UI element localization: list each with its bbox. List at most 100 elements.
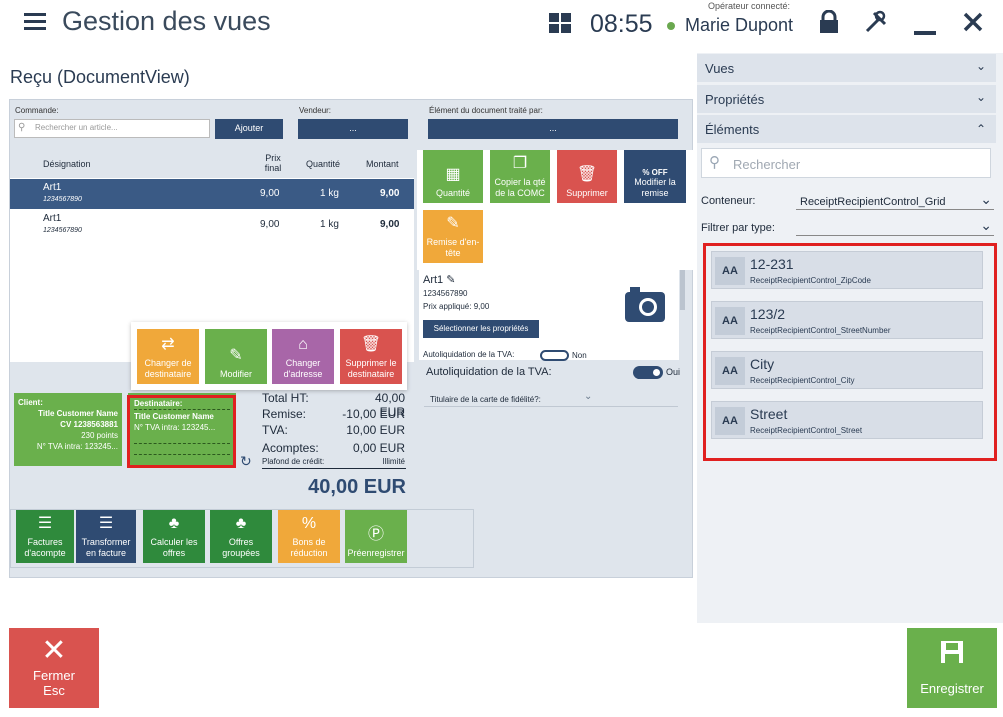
save-icon: [907, 640, 997, 667]
bons-reduction-button[interactable]: % Bons de réduction: [278, 510, 340, 563]
scrollbar[interactable]: [680, 270, 685, 310]
remise-label: Remise:: [262, 407, 307, 421]
element-item[interactable]: AA Street ReceiptRecipientControl_Street: [711, 401, 983, 439]
lock-icon[interactable]: [816, 9, 842, 36]
close-icon[interactable]: [960, 10, 986, 36]
plafond-value: Illimité: [382, 457, 405, 466]
element-name: ReceiptRecipientControl_StreetNumber: [750, 326, 891, 335]
client-cv: CV 1238563881: [60, 420, 118, 429]
accordion-proprietes[interactable]: Propriétés ⌄: [697, 85, 996, 113]
supprimer-button[interactable]: 🗑 Supprimer: [557, 150, 617, 203]
proprietes-label: Propriétés: [705, 92, 765, 107]
element-select[interactable]: ...: [428, 119, 678, 139]
element-name: ReceiptRecipientControl_City: [750, 376, 855, 385]
minimize-icon[interactable]: [914, 31, 936, 35]
quantite-button[interactable]: ▦ Quantité: [423, 150, 483, 203]
invoice-icon: ☰: [98, 515, 114, 532]
col-designation: Désignation: [43, 159, 91, 169]
edit-icon: ✎: [446, 215, 460, 232]
swap-icon: ⇄: [161, 336, 175, 353]
offres-label: Offres groupées: [222, 537, 260, 558]
copier-button[interactable]: ❐ Copier la qté de la COMC: [490, 150, 550, 203]
accordion-vues[interactable]: Vues ⌄: [697, 54, 996, 82]
filtrer-label: Filtrer par type:: [701, 222, 775, 234]
remise-entete-button[interactable]: ✎ Remise d'en-tête: [423, 210, 483, 263]
fidelite-field[interactable]: Titulaire de la carte de fidélité?: ⌄: [424, 390, 678, 407]
tools-icon[interactable]: [863, 10, 889, 36]
autoliq-toggle[interactable]: [540, 350, 569, 361]
operator-name: Marie Dupont: [685, 15, 794, 35]
elements-label: Éléments: [705, 122, 760, 137]
select-properties-button[interactable]: Sélectionner les propriétés: [423, 320, 539, 338]
changer-adresse-button[interactable]: ⌂ Changer d'adresse: [272, 329, 334, 384]
pencil-icon[interactable]: ✎: [446, 274, 455, 286]
row-name: Art1: [43, 213, 62, 224]
vues-label: Vues: [705, 61, 735, 76]
client-label: Client:: [18, 398, 43, 407]
conteneur-label: Conteneur:: [701, 195, 756, 207]
text-icon: AA: [715, 257, 745, 285]
chevron-down-icon: ⌄: [980, 217, 992, 233]
element-value: City: [750, 356, 775, 372]
offres-groupees-button[interactable]: ♣ Offres groupées: [210, 510, 272, 563]
fidelite-label: Titulaire de la carte de fidélité?:: [430, 395, 541, 404]
page-title: Gestion des vues: [62, 6, 271, 36]
camera-icon[interactable]: [624, 284, 666, 324]
menu-icon[interactable]: [24, 13, 46, 30]
supprimer-label: Supprimer: [566, 188, 608, 198]
row-qty: 1 kg: [320, 219, 339, 230]
remise-value: -10,00 EUR: [342, 407, 405, 421]
element-label: Élément du document traité par:: [429, 106, 543, 115]
edit-icon: ✎: [229, 347, 243, 364]
remise-entete-label: Remise d'en-tête: [426, 237, 480, 258]
changer-destinataire-button[interactable]: ⇄ Changer de destinataire: [137, 329, 199, 384]
grid-icon: ▦: [445, 166, 461, 183]
search-input[interactable]: Rechercher un article...: [14, 119, 210, 138]
autoliq2-toggle[interactable]: [633, 366, 663, 379]
changer-dest-label: Changer de destinataire: [144, 358, 192, 379]
add-button[interactable]: Ajouter: [215, 119, 283, 139]
preenregistrer-button[interactable]: Ⓟ Préenregistrer: [345, 510, 407, 563]
modifier-remise-button[interactable]: % OFF Modifier la remise: [624, 150, 686, 203]
fermer-button[interactable]: ✕ Fermer Esc: [9, 628, 99, 708]
client-points: 230 points: [81, 431, 118, 440]
clover-icon: ♣: [168, 515, 180, 532]
accordion-elements[interactable]: Éléments ⌃: [697, 115, 996, 143]
row-code: 1234567890: [43, 196, 82, 203]
elements-search-input[interactable]: ⚲ Rechercher: [701, 148, 991, 178]
autoliq-label: Autoliquidation de la TVA:: [423, 350, 515, 359]
client-card[interactable]: Client: Title Customer Name CV 123856388…: [14, 393, 122, 466]
refresh-icon[interactable]: ↻: [240, 453, 252, 470]
element-item[interactable]: AA 123/2 ReceiptRecipientControl_StreetN…: [711, 301, 983, 339]
row-price: 9,00: [260, 188, 280, 199]
element-item[interactable]: AA 12-231 ReceiptRecipientControl_ZipCod…: [711, 251, 983, 289]
element-item[interactable]: AA City ReceiptRecipientControl_City: [711, 351, 983, 389]
calculer-offres-button[interactable]: ♣ Calculer les offres: [143, 510, 205, 563]
row-amount: 9,00: [380, 188, 400, 199]
modifier-button[interactable]: ✎ Modifier: [205, 329, 267, 384]
element-value: 12-231: [750, 256, 794, 272]
total-divider: [262, 468, 406, 469]
enregistrer-button[interactable]: Enregistrer: [907, 628, 997, 708]
grid-icon[interactable]: [549, 13, 571, 33]
filtrer-select[interactable]: ⌄: [796, 217, 994, 236]
plafond-label: Plafond de crédit:: [262, 457, 325, 466]
discount-icon: % OFF: [642, 168, 668, 177]
conteneur-value: ReceiptRecipientControl_Grid: [800, 196, 946, 208]
text-icon: AA: [715, 307, 745, 335]
vendeur-select[interactable]: ...: [298, 119, 408, 139]
conteneur-select[interactable]: ReceiptRecipientControl_Grid ⌄: [796, 191, 994, 210]
table-row[interactable]: Art1 1234567890 9,00 1 kg 9,00: [10, 179, 414, 209]
table-row[interactable]: Art1 1234567890 9,00 1 kg 9,00: [10, 210, 414, 240]
client-name: Title Customer Name: [38, 409, 118, 418]
tva-value: 10,00 EUR: [346, 423, 405, 437]
factures-acompte-button[interactable]: ☰ Factures d'acompte: [16, 510, 74, 563]
bons-label: Bons de réduction: [290, 537, 328, 558]
text-icon: AA: [715, 407, 745, 435]
transformer-facture-button[interactable]: ☰ Transformer en facture: [76, 510, 136, 563]
row-qty: 1 kg: [320, 188, 339, 199]
supprimer-destinataire-button[interactable]: 🗑 Supprimer le destinataire: [340, 329, 402, 384]
item-price: Prix appliqué: 9,00: [423, 302, 490, 311]
element-name: ReceiptRecipientControl_ZipCode: [750, 276, 871, 285]
factures-label: Factures d'acompte: [24, 537, 66, 558]
